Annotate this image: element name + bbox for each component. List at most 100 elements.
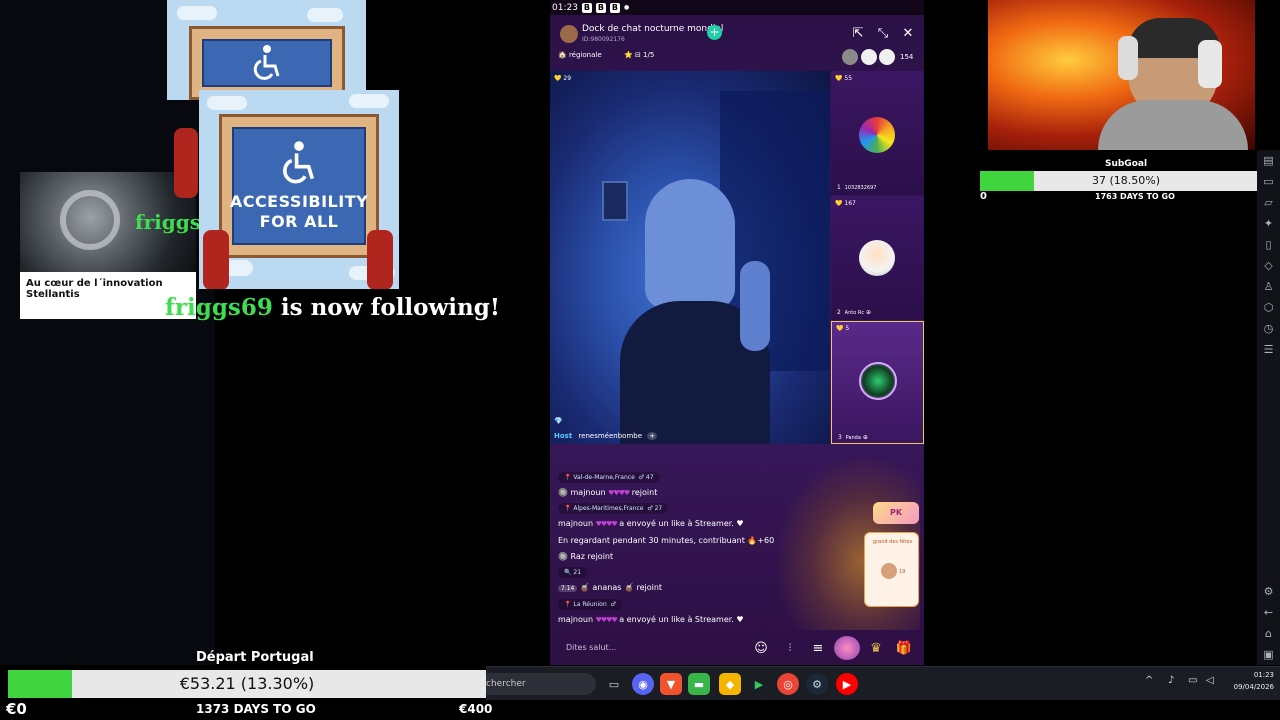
cup-icon[interactable]: ♙	[1257, 276, 1280, 297]
chat-like[interactable]: majnoun ♥♥♥♥ a envoyé un like à Streamer…	[558, 519, 744, 528]
donation-days: 1373 DAYS TO GO	[196, 702, 316, 716]
follow-message: is now following!	[280, 294, 500, 321]
volume-icon[interactable]: ◁	[1206, 675, 1214, 686]
host-gift-icon[interactable]: 💎	[554, 417, 563, 425]
gift-icon[interactable]: 🎁	[896, 640, 912, 656]
right-hand-icon	[367, 230, 393, 289]
layers-icon[interactable]: ◆	[719, 673, 741, 695]
discord-icon[interactable]: ◉	[632, 673, 654, 695]
follow-alert: friggs69 is now following!	[165, 294, 500, 321]
person-head	[645, 179, 735, 309]
viewer-avatar[interactable]	[842, 49, 858, 65]
taskbar-search[interactable]: chercher	[486, 673, 596, 695]
tile-label: 1 1032832697	[837, 184, 877, 191]
chat-join[interactable]: 🔘 majnoun ♥♥♥♥ rejoint	[558, 488, 657, 497]
youtube-icon[interactable]: ▶	[836, 673, 858, 695]
taskbar-date[interactable]: 09/04/2026	[1220, 683, 1274, 691]
host-label: Host	[554, 432, 573, 440]
guest-tile-1[interactable]: 💛 55 1 1032832697	[831, 71, 924, 195]
list-icon[interactable]: ☰	[1257, 339, 1280, 360]
streamer-shirt	[1098, 100, 1248, 150]
chrome-icon[interactable]: ◎	[777, 673, 799, 695]
bottom-strip: €0 1373 DAYS TO GO €400	[0, 700, 1280, 720]
viewer-avatar[interactable]	[879, 49, 895, 65]
event-card[interactable]: grand des fêtes 19	[864, 532, 919, 607]
network-icon[interactable]: ▭	[1188, 675, 1197, 686]
follower-name: friggs69	[165, 294, 273, 321]
emoji-icon[interactable]: ☺	[753, 640, 769, 656]
gift-wheel-icon[interactable]	[834, 636, 860, 660]
donation-max: €400	[459, 702, 493, 716]
tray-up-icon[interactable]: ^	[1145, 675, 1153, 686]
dashboard-icon[interactable]: ▤	[1257, 150, 1280, 171]
right-sidebar: ▤ ▭ ▱ ✦ ▯ ◇ ♙ ⬡ ◷ ☰ ⚙ ← ⌂ ▣	[1257, 150, 1280, 665]
guest-avatar[interactable]	[859, 117, 895, 153]
home-icon[interactable]: ⌂	[1257, 623, 1280, 644]
taskbar-time[interactable]: 01:23	[1226, 671, 1274, 679]
mic-icon[interactable]: ♪	[1168, 675, 1174, 686]
document-icon[interactable]: ▯	[1257, 234, 1280, 255]
follow-room-button[interactable]: +	[707, 25, 722, 40]
chat-icon[interactable]: ▭	[1257, 171, 1280, 192]
chat-join[interactable]: 🔘 Raz rejoint	[558, 552, 613, 561]
host-like-count: 💛 29	[554, 75, 572, 82]
chat-location: 📍 Val-de-Marne,France ♂ 47	[558, 472, 660, 483]
clock-icon[interactable]: ◷	[1257, 318, 1280, 339]
menu-icon[interactable]: ≡	[810, 640, 826, 656]
room-avatar[interactable]	[560, 25, 578, 43]
audio-icon[interactable]: ⫶	[782, 640, 798, 656]
region-tag[interactable]: 🏠 régionale	[558, 51, 602, 59]
chat-like[interactable]: majnoun ♥♥♥♥ a envoyé un like à Streamer…	[558, 615, 744, 624]
plugin-icon[interactable]: ✦	[1257, 213, 1280, 234]
donation-min: €0	[6, 700, 27, 718]
headphone-left	[1118, 36, 1138, 80]
files-icon[interactable]: ▭	[603, 673, 625, 695]
host-name: renesméenbombe	[578, 432, 643, 440]
chat-join[interactable]: 7.14 🧉 ananas 🧉 rejoint	[558, 583, 662, 592]
folder-icon[interactable]: ▱	[1257, 192, 1280, 213]
seat-tag[interactable]: ⭐ ⊟ 1/5	[624, 51, 654, 59]
guest-tile-2[interactable]: 💛 167 2 Anto Rc ⊕	[831, 196, 924, 320]
donation-goal-title: Départ Portugal	[196, 650, 314, 665]
room-id: ID:980092176	[582, 36, 625, 43]
phone-status-bar: 01:23 B B B ●	[550, 0, 924, 15]
tag-icon[interactable]: ◇	[1257, 255, 1280, 276]
taskbar: chercher ▭ ◉ ▼ ▬ ◆ ▶ ◎ ⚙ ▶ ^ ♪ ▭ ◁ 01:23…	[486, 666, 1280, 702]
chat-input[interactable]: Dites salut...	[558, 638, 748, 658]
room-title[interactable]: Dock de chat nocturne mondial	[582, 24, 723, 34]
left-hand-icon	[203, 230, 229, 289]
sign-line-2: FOR ALL	[259, 212, 339, 231]
share-icon[interactable]: ⇱	[850, 25, 866, 41]
wheelchair-icon	[283, 141, 315, 184]
pk-badge[interactable]: PK	[873, 502, 919, 524]
steam-icon[interactable]: ⚙	[806, 673, 828, 695]
guest-avatar[interactable]	[859, 240, 895, 276]
guest-tile-3[interactable]: 💛 5 3 Panda ⊕	[831, 321, 924, 444]
event-count: 19	[899, 569, 906, 575]
back-arrow-icon[interactable]: ←	[1257, 602, 1280, 623]
viewer-avatar[interactable]	[861, 49, 877, 65]
webcam-feed	[988, 0, 1255, 150]
chat-location: 📍 Alpes-Maritimes,France ♂ 27	[558, 503, 669, 514]
accessibility-sign-back	[167, 0, 366, 100]
host-info[interactable]: Host renesméenbombe +	[554, 432, 658, 440]
chat-watch: En regardant pendant 30 minutes, contrib…	[558, 536, 775, 545]
minimize-icon[interactable]: ⤡	[875, 25, 891, 41]
tile-count: 💛 167	[835, 200, 856, 207]
viewer-count[interactable]: 154	[900, 53, 913, 61]
notepad-icon[interactable]: ▬	[688, 673, 710, 695]
play-icon[interactable]: ▶	[748, 673, 770, 695]
event-title: grand des fêtes	[872, 539, 913, 545]
guest-avatar[interactable]	[859, 362, 897, 400]
settings-icon[interactable]: ⚙	[1257, 581, 1280, 602]
trophy-icon[interactable]: ♛	[868, 640, 884, 656]
back-hand-icon	[174, 128, 198, 198]
notes-icon[interactable]: ▣	[1257, 644, 1280, 665]
close-icon[interactable]: ✕	[900, 25, 916, 41]
host-video[interactable]: 💛 29 💎 Host renesméenbombe +	[550, 71, 830, 444]
brave-icon[interactable]: ▼	[660, 673, 682, 695]
subgoal-progress-bar: 37 (18.50%)	[980, 171, 1272, 191]
status-time: 01:23	[552, 2, 578, 13]
tile-label: 2 Anto Rc ⊕	[837, 309, 872, 316]
cube-icon[interactable]: ⬡	[1257, 297, 1280, 318]
